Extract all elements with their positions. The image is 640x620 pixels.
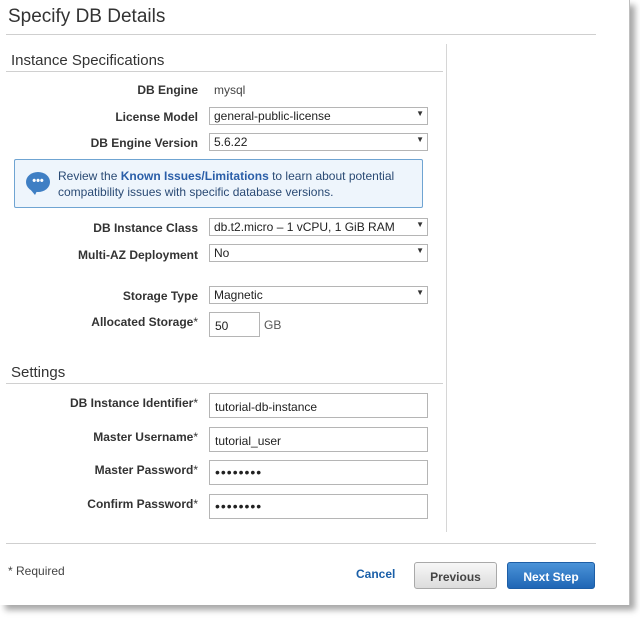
storage-type-selected: Magnetic <box>214 288 263 302</box>
identifier-label: DB Instance Identifier* <box>69 396 198 410</box>
previous-button[interactable]: Previous <box>414 562 497 589</box>
info-prefix: Review the <box>58 169 118 183</box>
multi-az-label: Multi-AZ Deployment <box>78 248 198 262</box>
storage-unit: GB <box>264 318 282 332</box>
identifier-input[interactable]: tutorial-db-instance <box>209 393 428 418</box>
chat-bubble-info-icon: ••• <box>26 172 50 195</box>
master-username-label-text: Master Username <box>93 430 194 444</box>
dropdown-arrow-icon: ▼ <box>416 135 424 144</box>
db-engine-label: DB Engine <box>137 83 198 97</box>
known-issues-link[interactable]: Known Issues/Limitations <box>121 169 269 183</box>
master-username-input[interactable]: tutorial_user <box>209 427 428 452</box>
license-model-selected: general-public-license <box>214 109 331 123</box>
section-divider <box>6 71 443 72</box>
master-username-label: Master Username* <box>93 430 198 444</box>
column-divider <box>446 44 447 532</box>
engine-version-label: DB Engine Version <box>90 136 198 150</box>
identifier-label-text: DB Instance Identifier <box>69 396 194 410</box>
dropdown-arrow-icon: ▼ <box>416 220 424 229</box>
next-step-button[interactable]: Next Step <box>507 562 595 589</box>
engine-version-select[interactable]: 5.6.22 ▼ <box>209 133 428 151</box>
storage-type-label: Storage Type <box>122 289 198 303</box>
required-note: * Required <box>8 564 65 578</box>
master-password-input[interactable]: •••••••• <box>209 460 428 485</box>
allocated-storage-label: Allocated Storage* <box>91 315 198 329</box>
title-divider <box>6 34 596 35</box>
info-message: Review the Known Issues/Limitations to l… <box>58 168 413 200</box>
instance-class-selected: db.t2.micro – 1 vCPU, 1 GiB RAM <box>214 220 395 234</box>
confirm-password-input[interactable]: •••••••• <box>209 494 428 519</box>
cancel-link[interactable]: Cancel <box>356 567 395 581</box>
license-model-label: License Model <box>115 110 198 124</box>
multi-az-selected: No <box>214 246 230 260</box>
footer-divider <box>6 543 596 544</box>
allocated-storage-label-text: Allocated Storage <box>91 315 194 329</box>
instance-class-label: DB Instance Class <box>93 221 198 235</box>
instance-class-select[interactable]: db.t2.micro – 1 vCPU, 1 GiB RAM ▼ <box>209 218 428 236</box>
page-title: Specify DB Details <box>8 6 166 27</box>
allocated-storage-input[interactable]: 50 <box>209 312 260 337</box>
section-divider <box>6 383 443 384</box>
section-title-settings: Settings <box>11 364 66 381</box>
known-issues-info-box: ••• Review the Known Issues/Limitations … <box>14 159 423 208</box>
confirm-password-label-text: Confirm Password <box>87 497 194 511</box>
dropdown-arrow-icon: ▼ <box>416 109 424 118</box>
section-title-instance-specs: Instance Specifications <box>11 52 165 69</box>
dropdown-arrow-icon: ▼ <box>416 288 424 297</box>
storage-type-select[interactable]: Magnetic ▼ <box>209 286 428 304</box>
engine-version-selected: 5.6.22 <box>214 135 248 149</box>
license-model-select[interactable]: general-public-license ▼ <box>209 107 428 125</box>
multi-az-select[interactable]: No ▼ <box>209 244 428 262</box>
wizard-panel: Specify DB Details Instance Specificatio… <box>0 0 630 605</box>
master-password-label-text: Master Password <box>94 463 194 477</box>
dropdown-arrow-icon: ▼ <box>416 246 424 255</box>
confirm-password-label: Confirm Password* <box>87 497 198 511</box>
db-engine-value: mysql <box>214 83 246 97</box>
master-password-label: Master Password* <box>94 463 198 477</box>
